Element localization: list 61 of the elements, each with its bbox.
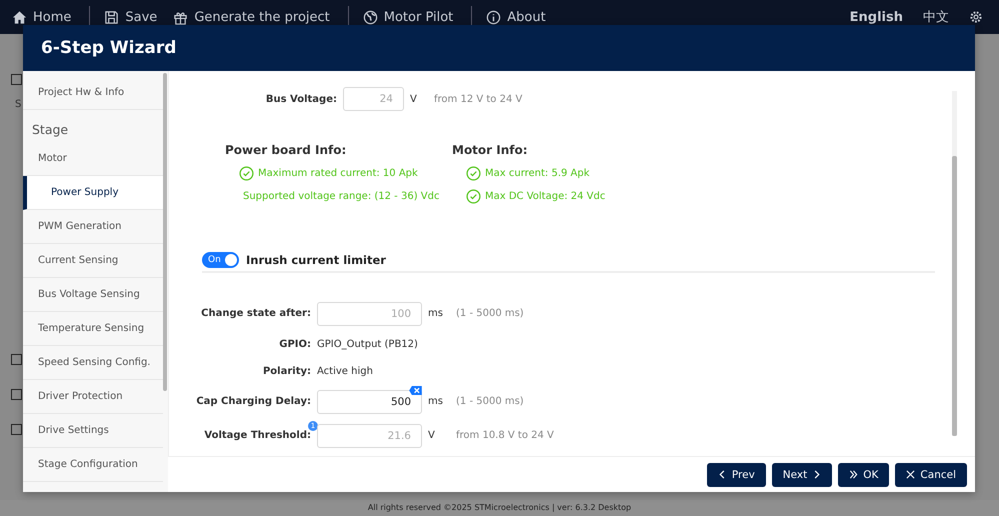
info-title: Power board Info: <box>225 143 348 157</box>
globe-icon <box>362 10 378 24</box>
field-label: Cap Charging Delay: <box>195 396 312 407</box>
toggle-switch[interactable]: On <box>202 252 239 268</box>
chevron-left-icon <box>718 470 727 479</box>
field-label: Change state after: <box>200 308 312 319</box>
language-option[interactable]: English <box>840 10 913 24</box>
section-letter: S <box>15 99 22 110</box>
gift-icon <box>173 10 188 24</box>
dialog-button[interactable]: Prev <box>706 462 766 486</box>
info-text: Maximum rated current: 10 Apk <box>258 168 418 179</box>
field-value: Active high <box>317 366 373 376</box>
info-text: Max current: 5.9 Apk <box>485 168 590 179</box>
nav-link[interactable]: Save <box>100 10 170 24</box>
sidebar-item[interactable]: Power Supply <box>23 176 163 210</box>
clear-icon[interactable] <box>409 386 422 394</box>
check-circle-icon <box>466 166 481 181</box>
range-hint: (1 - 5000 ms) <box>455 308 524 319</box>
range-hint: (1 - 5000 ms) <box>455 396 524 407</box>
unit-label: ms <box>427 308 444 319</box>
double-chevron-icon <box>849 470 858 479</box>
section-title: Inrush current limiter <box>246 253 386 267</box>
nav-link[interactable]: Home <box>8 10 84 24</box>
checkbox[interactable] <box>11 354 22 365</box>
field-label: GPIO: <box>278 338 312 350</box>
unit-label: V <box>409 94 418 104</box>
chevron-right-icon <box>812 470 822 479</box>
nav-link[interactable]: Generate the project <box>169 10 342 24</box>
sidebar-heading: Stage <box>31 121 70 139</box>
scrollbar-thumb[interactable] <box>163 73 167 391</box>
range-hint: from 10.8 V to 24 V <box>455 430 554 441</box>
language-option[interactable]: 中文 <box>913 8 959 26</box>
info-icon <box>486 10 502 24</box>
close-icon <box>906 470 916 479</box>
info-title: Motor Info: <box>452 143 529 157</box>
checkbox[interactable] <box>11 424 22 435</box>
checkbox[interactable] <box>11 74 22 85</box>
sidebar-item[interactable]: Driver Protection <box>23 380 163 414</box>
dialog-button[interactable]: Cancel <box>895 462 967 486</box>
check-circle-icon <box>466 189 481 204</box>
nav-link[interactable]: About <box>482 10 558 24</box>
nav-link[interactable]: Motor Pilot <box>358 10 466 24</box>
sidebar-item[interactable]: Stage Configuration <box>23 448 163 482</box>
unit-label: V <box>427 430 436 441</box>
field-label: Bus Voltage: <box>264 94 338 104</box>
info-text: Max DC Voltage: 24 Vdc <box>485 191 606 202</box>
home-icon <box>12 10 27 24</box>
range-hint: from 12 V to 24 V <box>433 94 522 104</box>
checkbox[interactable] <box>11 389 22 400</box>
field-label: Polarity: <box>262 366 312 376</box>
check-circle-icon <box>239 166 254 181</box>
dialog-button[interactable]: OK <box>838 462 890 486</box>
field-value: GPIO_Output (PB12) <box>317 338 418 350</box>
dialog-button[interactable]: Next <box>772 462 832 486</box>
info-text: Supported voltage range: (12 - 36) Vdc <box>243 191 440 202</box>
sidebar-item[interactable]: Drive Settings <box>23 414 163 448</box>
footer-text: All rights reserved ©2025 STMicroelectronics | ver: 6.3.2 Desktop <box>0 500 999 516</box>
settings-icon[interactable] <box>969 10 983 24</box>
dialog-title: 6-Step Wizard <box>41 38 176 58</box>
unit-label: ms <box>427 396 444 407</box>
scrollbar-thumb[interactable] <box>952 156 957 436</box>
